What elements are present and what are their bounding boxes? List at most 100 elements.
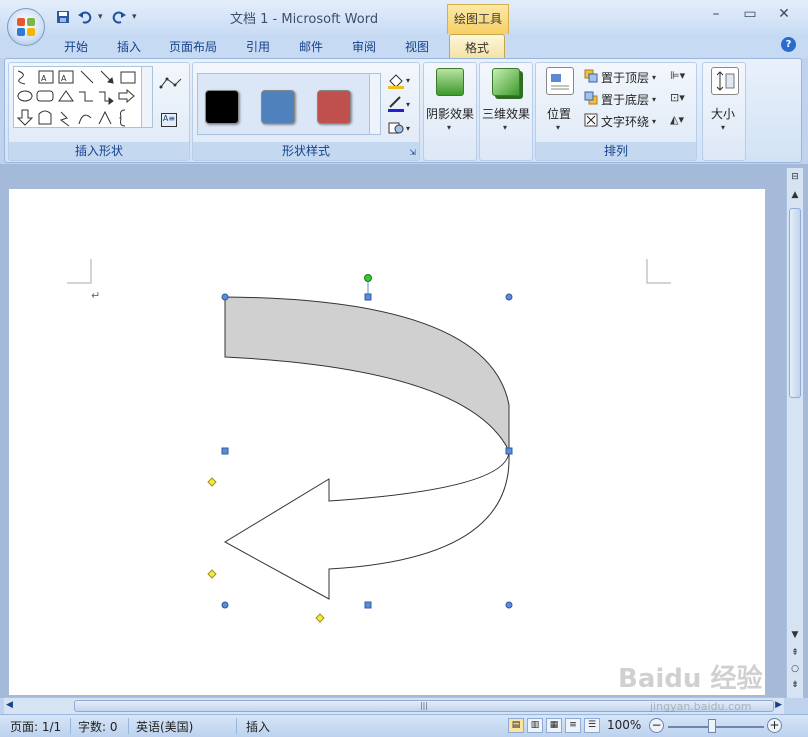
- 3d-effects-icon: [492, 68, 520, 96]
- tab-references[interactable]: 引用: [246, 38, 270, 55]
- shadow-dropdown-icon: ▾: [447, 123, 452, 132]
- next-page-icon[interactable]: ⇟: [787, 680, 803, 694]
- scroll-up-icon[interactable]: ▲: [787, 190, 803, 204]
- dialog-launcher-icon[interactable]: ⇲: [409, 148, 416, 157]
- style-swatch-red[interactable]: [317, 90, 351, 124]
- bring-to-front-icon: [584, 69, 598, 86]
- select-browse-object-icon[interactable]: ○: [787, 664, 803, 678]
- drawing-tools-context-label: 绘图工具: [447, 4, 509, 34]
- tab-review[interactable]: 审阅: [352, 38, 376, 55]
- resize-handle-bl: [221, 601, 229, 609]
- group-objects-icon[interactable]: ⊡▾: [670, 91, 685, 104]
- 3d-dropdown-icon: ▾: [503, 123, 508, 132]
- zoom-out-button[interactable]: −: [649, 718, 664, 733]
- full-screen-reading-icon[interactable]: ▥: [527, 718, 543, 733]
- adjust-handle-2: [207, 569, 217, 579]
- group-shadow-effects[interactable]: 阴影效果 ▾: [423, 62, 477, 161]
- resize-handle-tl: [221, 293, 229, 301]
- tab-home[interactable]: 开始: [64, 38, 88, 55]
- zoom-slider-thumb[interactable]: [708, 719, 716, 733]
- insert-mode-indicator[interactable]: 插入: [246, 718, 270, 735]
- ribbon: A A A≡ 插入形状 ▾ ▾ ▾ 形状样式 ⇲ 阴影效果 ▾ 三维效果 ▾ 位…: [4, 58, 802, 163]
- group-size[interactable]: 大小 ▾: [702, 62, 746, 161]
- status-separator: [236, 718, 237, 734]
- language-indicator[interactable]: 英语(美国): [136, 718, 193, 735]
- word-count[interactable]: 字数: 0: [78, 718, 118, 735]
- quick-access-toolbar: ▾ ▾: [54, 8, 140, 26]
- send-to-back-label: 置于底层: [601, 93, 650, 107]
- tab-format[interactable]: 格式: [449, 34, 505, 59]
- office-button[interactable]: [7, 8, 45, 46]
- zoom-in-button[interactable]: +: [767, 718, 782, 733]
- align-icon[interactable]: ⊫▾: [670, 69, 685, 82]
- zoom-slider-track[interactable]: [668, 726, 764, 728]
- vertical-scrollbar[interactable]: ⊟ ▲ ▼ ⇞ ○ ⇟: [786, 168, 803, 698]
- undo-icon[interactable]: [76, 8, 94, 26]
- text-box-icon[interactable]: A≡: [161, 113, 177, 127]
- shape-styles-scroll[interactable]: [369, 73, 381, 135]
- shapes-gallery-icons[interactable]: A A: [15, 68, 143, 128]
- position-icon[interactable]: [546, 67, 574, 95]
- 3d-effects-label: 三维效果: [482, 107, 531, 121]
- group-arrange-label: 排列: [536, 142, 696, 160]
- group-3d-effects[interactable]: 三维效果 ▾: [479, 62, 533, 161]
- maximize-button[interactable]: ▭: [736, 6, 764, 22]
- change-shape-icon[interactable]: ▾: [386, 119, 414, 140]
- watermark-url: jingyan.baidu.com: [650, 700, 752, 713]
- close-button[interactable]: ✕: [770, 6, 798, 22]
- scroll-right-icon[interactable]: ▶: [775, 700, 782, 710]
- watermark-brand: Baidu 经验: [618, 664, 763, 694]
- ribbon-tabs: 开始 插入 页面布局 引用 邮件 审阅 视图: [0, 34, 808, 58]
- draft-view-icon[interactable]: ☰: [584, 718, 600, 733]
- print-layout-view-icon[interactable]: ▤: [508, 718, 524, 733]
- title-bar: ▾ ▾ 文档 1 - Microsoft Word 绘图工具 – ▭ ✕: [0, 0, 808, 34]
- shapes-gallery-scroll[interactable]: [141, 66, 153, 128]
- tab-mailings[interactable]: 邮件: [299, 38, 323, 55]
- style-swatch-blue[interactable]: [261, 90, 295, 124]
- selection-handles[interactable]: [9, 189, 765, 695]
- shape-outline-icon[interactable]: ▾: [386, 95, 414, 116]
- rotate-icon[interactable]: ◭▾: [670, 113, 684, 126]
- web-layout-icon[interactable]: ▦: [546, 718, 562, 733]
- text-wrapping-button[interactable]: 文字环绕 ▾: [584, 113, 656, 130]
- status-separator: [128, 718, 129, 734]
- scroll-left-icon[interactable]: ◀: [6, 700, 13, 710]
- adjust-handle-1: [207, 477, 217, 487]
- minimize-button[interactable]: –: [702, 6, 730, 22]
- group-shape-styles: ▾ ▾ ▾ 形状样式 ⇲: [192, 62, 420, 161]
- position-label[interactable]: 位置: [547, 105, 571, 122]
- resize-handle-tr: [505, 293, 513, 301]
- help-icon[interactable]: ?: [781, 37, 796, 52]
- size-dropdown-icon: ▾: [721, 123, 726, 132]
- status-separator: [70, 718, 71, 734]
- send-to-back-button[interactable]: 置于底层 ▾: [584, 91, 656, 108]
- bring-to-front-button[interactable]: 置于顶层 ▾: [584, 69, 656, 86]
- resize-handle-right: [505, 447, 513, 455]
- previous-page-icon[interactable]: ⇞: [787, 648, 803, 662]
- shape-fill-icon[interactable]: ▾: [386, 71, 414, 92]
- resize-handle-top: [364, 293, 372, 301]
- zoom-level[interactable]: 100%: [607, 718, 641, 732]
- tab-view[interactable]: 视图: [405, 38, 429, 55]
- tab-insert[interactable]: 插入: [117, 38, 141, 55]
- edit-shape-icon[interactable]: [159, 75, 185, 94]
- svg-text:▾: ▾: [406, 100, 410, 109]
- save-icon[interactable]: [54, 8, 72, 26]
- office-logo-icon: [17, 18, 35, 36]
- group-insert-shapes: A A A≡ 插入形状: [8, 62, 190, 161]
- vertical-scroll-thumb[interactable]: [789, 208, 801, 398]
- redo-icon[interactable]: [110, 8, 128, 26]
- svg-text:▾: ▾: [406, 76, 410, 85]
- size-label: 大小: [711, 107, 736, 121]
- page-count[interactable]: 页面: 1/1: [10, 718, 61, 735]
- svg-text:A: A: [41, 74, 47, 83]
- undo-dropdown-icon[interactable]: ▾: [98, 12, 106, 22]
- customize-qat-icon[interactable]: ▾: [132, 12, 140, 22]
- ruler-toggle-icon[interactable]: ⊟: [787, 172, 803, 186]
- group-shape-styles-label: 形状样式: [193, 142, 419, 160]
- tab-page-layout[interactable]: 页面布局: [169, 38, 217, 55]
- document-page[interactable]: ↵: [9, 189, 765, 695]
- style-swatch-black[interactable]: [205, 90, 239, 124]
- scroll-down-icon[interactable]: ▼: [787, 630, 803, 644]
- outline-view-icon[interactable]: ≡: [565, 718, 581, 733]
